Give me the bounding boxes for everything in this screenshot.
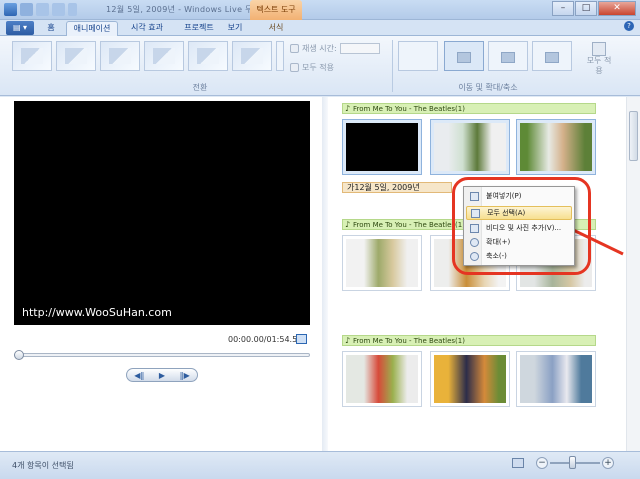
gallery-scroll-button[interactable] — [276, 41, 284, 71]
clip-thumbnail[interactable] — [516, 351, 596, 407]
group-separator — [392, 40, 393, 92]
preview-pane: http://www.WooSuHan.com 00:00.00/01:54.5… — [0, 97, 322, 451]
thumbnail-size-icon[interactable] — [512, 458, 524, 468]
tab-visual-effects[interactable]: 시각 효과 — [122, 21, 172, 36]
window-controls: – □ ✕ — [552, 1, 636, 16]
duration-input[interactable] — [339, 43, 380, 54]
close-button[interactable]: ✕ — [598, 1, 636, 16]
tab-project[interactable]: 프로젝트 — [176, 21, 222, 36]
watermark-text: http://www.WooSuHan.com — [22, 306, 172, 319]
timecode: 00:00.00/01:54.50 — [228, 335, 303, 344]
app-icon[interactable] — [4, 3, 17, 16]
play-icon[interactable]: ▶ — [159, 371, 165, 380]
tab-animations[interactable]: 애니메이션 — [66, 21, 118, 36]
select-all-icon — [471, 209, 480, 218]
transition-option[interactable] — [56, 41, 96, 71]
status-bar: 4개 항목이 선택됨 − + — [0, 451, 640, 479]
zoom-in-icon — [470, 238, 479, 247]
menu-item-select-all[interactable]: 모두 선택(A) — [466, 206, 572, 220]
tab-format[interactable]: 서식 — [258, 21, 294, 36]
context-menu: 붙여넣기(P) 모두 선택(A) 비디오 및 사진 추가(V)... 확대(+)… — [463, 186, 575, 266]
fullscreen-icon[interactable] — [296, 334, 307, 344]
menu-item-paste[interactable]: 붙여넣기(P) — [466, 190, 572, 204]
scrollbar-thumb[interactable] — [629, 111, 638, 161]
add-media-icon — [470, 224, 479, 233]
next-frame-icon[interactable]: ‖▶ — [180, 371, 190, 380]
window-title: 12월 5일, 2009년 - Windows Live 무비... — [106, 5, 269, 14]
seek-thumb[interactable] — [14, 350, 24, 360]
menu-item-label: 확대(+) — [486, 238, 511, 246]
duration-label: 재생 시간: — [302, 44, 337, 53]
audio-track[interactable]: From Me To You - The Beatles(1) — [342, 335, 596, 346]
title-bar: 12월 5일, 2009년 - Windows Live 무비... 텍스트 도… — [0, 0, 640, 20]
panzoom-group-label: 이동 및 확대/축소 — [458, 83, 518, 92]
apply-all-icon — [592, 42, 606, 56]
transition-option[interactable] — [100, 41, 140, 71]
panzoom-option[interactable] — [532, 41, 572, 71]
zoom-in-button[interactable]: + — [602, 457, 614, 469]
pane-splitter[interactable] — [322, 97, 328, 451]
status-text: 4개 항목이 선택됨 — [12, 461, 74, 470]
zoom-out-button[interactable]: − — [536, 457, 548, 469]
audio-track[interactable]: From Me To You - The Beatles(1) — [342, 103, 596, 114]
transitions-group-label: 전환 — [192, 83, 208, 92]
redo-icon[interactable] — [52, 3, 65, 16]
ribbon-tabs: ▤ ▾ 홈 애니메이션 시각 효과 프로젝트 보기 서식 ? — [0, 20, 640, 36]
panzoom-apply-all-label: 모두 적용 — [586, 56, 612, 75]
previous-frame-icon[interactable]: ◀‖ — [134, 371, 144, 380]
clip-thumbnail[interactable] — [430, 119, 510, 175]
ribbon: 재생 시간: 모두 적용 전환 모두 적용 이동 및 확대/축소 — [0, 36, 640, 96]
tab-home[interactable]: 홈 — [40, 21, 62, 36]
panzoom-option[interactable] — [444, 41, 484, 71]
transition-none[interactable] — [12, 41, 52, 71]
maximize-button[interactable]: □ — [575, 1, 597, 16]
menu-item-add-media[interactable]: 비디오 및 사진 추가(V)... — [466, 222, 572, 236]
clip-thumbnail[interactable] — [430, 351, 510, 407]
panzoom-none[interactable] — [398, 41, 438, 71]
menu-item-zoom-in[interactable]: 확대(+) — [466, 236, 572, 250]
clock-icon — [290, 44, 299, 53]
paste-icon — [470, 192, 479, 201]
clip-thumbnail[interactable] — [342, 351, 422, 407]
menu-item-label: 비디오 및 사진 추가(V)... — [486, 224, 562, 232]
menu-item-label: 붙여넣기(P) — [486, 192, 522, 200]
playback-controls: ◀‖ ▶ ‖▶ — [126, 368, 198, 382]
apply-all-label: 모두 적용 — [302, 63, 334, 72]
zoom-slider-thumb[interactable] — [569, 456, 576, 469]
app-menu-button[interactable]: ▤ ▾ — [6, 21, 34, 35]
clip-thumbnail[interactable] — [516, 119, 596, 175]
customize-qat-icon[interactable] — [68, 3, 77, 16]
caption-text[interactable]: 가12월 5일, 2009년 — [342, 182, 452, 193]
context-tab-group-label: 텍스트 도구 — [250, 0, 302, 20]
transition-option[interactable] — [144, 41, 184, 71]
apply-all-transitions-button[interactable]: 모두 적용 — [290, 62, 334, 73]
transition-option[interactable] — [188, 41, 228, 71]
apply-all-icon — [290, 63, 299, 72]
clip-thumbnail[interactable] — [342, 119, 422, 175]
menu-item-label: 축소(-) — [486, 252, 507, 260]
menu-item-label: 모두 선택(A) — [487, 209, 526, 217]
menu-item-zoom-out[interactable]: 축소(-) — [466, 250, 572, 264]
storyboard-scrollbar[interactable] — [626, 97, 640, 451]
zoom-out-icon — [470, 252, 479, 261]
seek-bar[interactable] — [14, 353, 310, 357]
clip-thumbnail[interactable] — [342, 235, 422, 291]
quick-access-toolbar — [4, 3, 77, 16]
tab-view[interactable]: 보기 — [222, 21, 248, 36]
undo-icon[interactable] — [36, 3, 49, 16]
panzoom-apply-all-button[interactable]: 모두 적용 — [586, 40, 612, 78]
duration-control: 재생 시간: — [290, 43, 380, 54]
help-icon[interactable]: ? — [624, 21, 634, 31]
save-icon[interactable] — [20, 3, 33, 16]
minimize-button[interactable]: – — [552, 1, 574, 16]
panzoom-option[interactable] — [488, 41, 528, 71]
transition-option[interactable] — [232, 41, 272, 71]
video-preview[interactable]: http://www.WooSuHan.com — [14, 101, 310, 325]
